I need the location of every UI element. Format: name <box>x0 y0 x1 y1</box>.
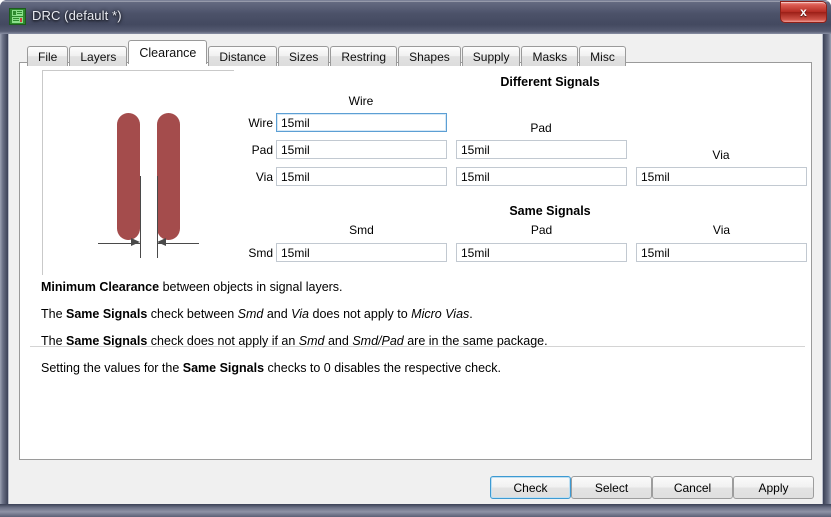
different-signals-row-via: Via <box>255 170 273 184</box>
clearance-pad-pad-input[interactable] <box>456 140 627 159</box>
same-signals-title: Same Signals <box>509 204 591 218</box>
close-icon: x <box>800 5 807 19</box>
extension-line-left <box>140 176 141 258</box>
desc4-bold: Same Signals <box>182 361 265 375</box>
desc1-bold: Minimum Clearance <box>41 280 160 294</box>
description-line-2: The Same Signals check between Smd and V… <box>41 307 473 321</box>
tab-label: Supply <box>472 49 510 64</box>
same-signals-row-smd: Smd <box>248 246 273 260</box>
tab-shapes[interactable]: Shapes <box>398 46 461 66</box>
clearance-via-wire-input[interactable] <box>276 167 447 186</box>
tab-file[interactable]: File <box>27 46 69 66</box>
window-frame-left <box>0 34 8 504</box>
window-frame-right <box>823 34 831 504</box>
clearance-tab-panel: Different Signals Wire Pad Via Wire Pad … <box>19 62 812 460</box>
tab-label: Clearance <box>139 45 197 60</box>
clearance-via-pad-input[interactable] <box>456 167 627 186</box>
tab-label: Distance <box>219 49 267 64</box>
desc2-i3: Micro Vias <box>411 307 470 321</box>
same-clearance-smd-pad-input[interactable] <box>456 243 627 262</box>
tab-distance[interactable]: Distance <box>208 46 278 66</box>
different-signals-row-pad: Pad <box>251 143 273 157</box>
tab-label: File <box>38 49 58 64</box>
tab-restring[interactable]: Restring <box>330 46 398 66</box>
clearance-diagram <box>42 70 234 275</box>
tab-masks[interactable]: Masks <box>521 46 579 66</box>
apply-button-label: Apply <box>758 480 789 495</box>
titlebar[interactable]: DRC (default *) x <box>0 0 831 34</box>
dimension-arrow-right <box>157 238 166 246</box>
same-signals-col-smd: Smd <box>349 223 374 237</box>
desc4-t1: checks to 0 disables the respective chec… <box>264 361 501 375</box>
different-signals-col-via: Via <box>712 148 730 162</box>
dimension-arrow-left <box>131 238 140 246</box>
apply-button[interactable]: Apply <box>733 476 814 499</box>
clearance-wire-wire-input[interactable] <box>276 113 447 132</box>
desc2-bold: Same Signals <box>66 307 148 321</box>
desc2-i2: Via <box>291 307 310 321</box>
cancel-button[interactable]: Cancel <box>652 476 733 499</box>
tab-label: Misc <box>590 49 615 64</box>
cancel-button-label: Cancel <box>673 480 712 495</box>
trace-shape-right <box>157 113 180 240</box>
titlebar-highlight <box>1 1 830 2</box>
desc2-t1: check between <box>147 307 238 321</box>
desc3-t1: check does not apply if an <box>147 334 299 348</box>
drc-save-icon <box>9 8 26 25</box>
select-button[interactable]: Select <box>571 476 652 499</box>
desc3-bold: Same Signals <box>66 334 148 348</box>
desc3-t0: The <box>41 334 67 348</box>
same-clearance-smd-via-input[interactable] <box>636 243 807 262</box>
clearance-via-via-input[interactable] <box>636 167 807 186</box>
description-line-4: Setting the values for the Same Signals … <box>41 361 501 375</box>
desc2-t0: The <box>41 307 67 321</box>
select-button-label: Select <box>594 480 629 495</box>
different-signals-col-pad: Pad <box>530 121 552 135</box>
tab-supply[interactable]: Supply <box>461 46 521 66</box>
desc3-t3: are in the same package. <box>403 334 548 348</box>
check-button[interactable]: Check <box>490 476 571 499</box>
tabstrip: File Layers Clearance Distance Sizes Res… <box>27 40 627 66</box>
close-button[interactable]: x <box>780 1 827 23</box>
trace-shape-left <box>117 113 140 240</box>
desc2-t2: and <box>263 307 292 321</box>
different-signals-title: Different Signals <box>500 75 600 89</box>
dialog-client-area: File Layers Clearance Distance Sizes Res… <box>8 34 823 504</box>
tab-label: Restring <box>341 49 387 64</box>
titlebar-background <box>0 0 831 34</box>
desc4-t0: Setting the values for the <box>41 361 183 375</box>
desc2-t3: does not apply to <box>309 307 412 321</box>
drc-dialog-window: DRC (default *) x File Layers Clearance … <box>0 0 831 517</box>
same-clearance-smd-smd-input[interactable] <box>276 243 447 262</box>
different-signals-col-wire: Wire <box>348 94 374 108</box>
tab-label: Sizes <box>289 49 319 64</box>
description-line-3: The Same Signals check does not apply if… <box>41 334 548 348</box>
tab-layers[interactable]: Layers <box>69 46 128 66</box>
desc1-text: between objects in signal layers. <box>159 280 343 294</box>
tab-misc[interactable]: Misc <box>579 46 626 66</box>
tab-label: Layers <box>80 49 117 64</box>
check-button-label: Check <box>513 480 548 495</box>
different-signals-row-wire: Wire <box>248 116 273 130</box>
window-frame-bottom <box>0 504 831 517</box>
same-signals-col-pad: Pad <box>530 223 553 237</box>
desc2-t4: . <box>469 307 473 321</box>
desc3-i1: Smd <box>298 334 325 348</box>
description-line-1: Minimum Clearance between objects in sig… <box>41 280 343 294</box>
clearance-pad-wire-input[interactable] <box>276 140 447 159</box>
same-signals-col-via: Via <box>712 223 731 237</box>
tab-label: Masks <box>532 49 568 64</box>
desc2-i1: Smd <box>237 307 264 321</box>
desc3-i2: Smd/Pad <box>352 334 404 348</box>
window-title: DRC (default *) <box>32 8 122 23</box>
tab-label: Shapes <box>409 49 450 64</box>
tab-sizes[interactable]: Sizes <box>278 46 330 66</box>
desc3-t2: and <box>324 334 353 348</box>
tab-clearance[interactable]: Clearance <box>128 40 208 64</box>
